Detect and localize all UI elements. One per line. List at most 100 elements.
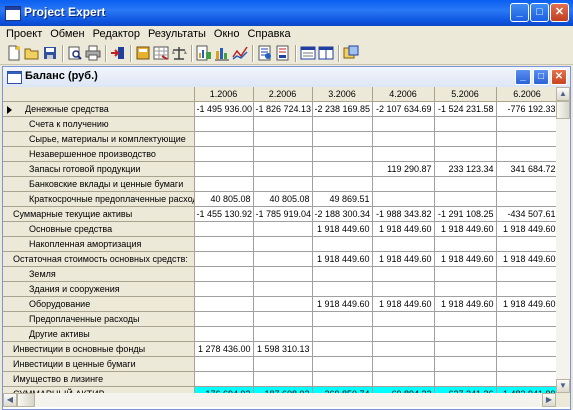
table-cell[interactable]: [372, 281, 435, 297]
table-cell[interactable]: [253, 221, 313, 237]
table-cell[interactable]: [496, 131, 556, 147]
table-cell[interactable]: 1 918 449.60: [372, 296, 435, 312]
maximize-button[interactable]: □: [530, 3, 549, 22]
table-cell[interactable]: [312, 326, 373, 342]
table-cell[interactable]: [253, 161, 313, 177]
table-cell[interactable]: 341 684.72: [496, 161, 556, 177]
table-cell[interactable]: 1 918 449.60: [372, 251, 435, 267]
table-cell[interactable]: [372, 356, 435, 372]
table-cell[interactable]: [372, 191, 435, 207]
table-cell[interactable]: [312, 236, 373, 252]
table-row[interactable]: Краткосрочные предоплаченные расходы 40 8…: [3, 191, 556, 207]
table-cell[interactable]: [434, 236, 497, 252]
table-cell[interactable]: [194, 251, 254, 267]
table-cell[interactable]: 40 805.08: [253, 191, 313, 207]
edit-icon[interactable]: [275, 45, 291, 61]
close-button[interactable]: ✕: [550, 3, 569, 22]
table-row[interactable]: Остаточная стоимость основных средств: 1 …: [3, 251, 556, 267]
column-header[interactable]: 5.2006: [434, 87, 497, 102]
table-cell[interactable]: [372, 236, 435, 252]
table-cell[interactable]: 1 918 449.60: [496, 251, 556, 267]
child-maximize-button[interactable]: □: [533, 69, 549, 85]
table-cell[interactable]: [496, 191, 556, 207]
table-cell[interactable]: -1 988 343.82: [372, 206, 435, 222]
table-cell[interactable]: [434, 131, 497, 147]
minimize-button[interactable]: _: [510, 3, 529, 22]
table-cell[interactable]: [496, 146, 556, 162]
table-cell[interactable]: -2 188 300.34: [312, 206, 373, 222]
horizontal-scrollbar[interactable]: ◀ ▶: [3, 393, 556, 407]
scales-icon[interactable]: [171, 45, 187, 61]
table-cell[interactable]: 40 805.08: [194, 191, 254, 207]
table-cell[interactable]: -1 495 936.00: [194, 101, 254, 117]
table-cell[interactable]: [312, 161, 373, 177]
table-cell[interactable]: 1 918 449.60: [372, 221, 435, 237]
table-cell[interactable]: [312, 116, 373, 132]
table-cell[interactable]: [194, 281, 254, 297]
table-cell[interactable]: [496, 341, 556, 357]
preview-icon[interactable]: [67, 45, 83, 61]
child-close-button[interactable]: ✕: [551, 69, 567, 85]
table-cell[interactable]: 1 918 449.60: [434, 251, 497, 267]
table-cell[interactable]: [372, 326, 435, 342]
table-cell[interactable]: [312, 371, 373, 387]
table-cell[interactable]: [312, 146, 373, 162]
table-cell[interactable]: [253, 296, 313, 312]
table-cell[interactable]: [372, 311, 435, 327]
vertical-scrollbar[interactable]: ▲ ▼: [556, 87, 570, 393]
table-cell[interactable]: [312, 356, 373, 372]
table-cell[interactable]: [253, 146, 313, 162]
child-minimize-button[interactable]: _: [515, 69, 531, 85]
table-cell[interactable]: -2 107 634.69: [372, 101, 435, 117]
table-cell[interactable]: 1 918 449.60: [312, 251, 373, 267]
menu-exchange[interactable]: Обмен: [46, 26, 88, 42]
window-icon[interactable]: [300, 45, 316, 61]
table-cell[interactable]: 1 598 310.13: [253, 341, 313, 357]
table-cell[interactable]: [372, 371, 435, 387]
table-cell[interactable]: 1 918 449.60: [496, 296, 556, 312]
menu-project[interactable]: Проект: [0, 26, 46, 42]
table-cell[interactable]: [496, 116, 556, 132]
table-cell[interactable]: 119 290.87: [372, 161, 435, 177]
table-cell[interactable]: -1 524 231.58: [434, 101, 497, 117]
table-row[interactable]: Счета к получению: [3, 116, 556, 132]
table-cell[interactable]: [253, 311, 313, 327]
table-cell[interactable]: [372, 146, 435, 162]
document-icon[interactable]: [257, 45, 273, 61]
table-cell[interactable]: [253, 356, 313, 372]
table-cell[interactable]: [312, 266, 373, 282]
vertical-scroll-thumb[interactable]: [556, 101, 570, 119]
table-cell[interactable]: [372, 266, 435, 282]
table-cell[interactable]: 1 918 449.60: [434, 221, 497, 237]
table-cell[interactable]: [194, 161, 254, 177]
table-cell[interactable]: 49 869.51: [312, 191, 373, 207]
table-cell[interactable]: [194, 236, 254, 252]
table-row[interactable]: Предоплаченные расходы: [3, 311, 556, 327]
table-cell[interactable]: [496, 176, 556, 192]
table-cell[interactable]: -1 785 919.04: [253, 206, 313, 222]
table-cell[interactable]: -1 455 130.92: [194, 206, 254, 222]
line-chart-icon[interactable]: [232, 45, 248, 61]
table-cell[interactable]: [253, 236, 313, 252]
table-cell[interactable]: [253, 251, 313, 267]
table-cell[interactable]: [434, 356, 497, 372]
table-cell[interactable]: [194, 326, 254, 342]
table-cell[interactable]: -1 826 724.13: [253, 101, 313, 117]
table-row[interactable]: Другие активы: [3, 326, 556, 342]
table-cell[interactable]: [434, 176, 497, 192]
table-cell[interactable]: [253, 266, 313, 282]
table-cell[interactable]: [434, 341, 497, 357]
table-cell[interactable]: [434, 266, 497, 282]
open-icon[interactable]: [24, 45, 40, 61]
balance-window-title-bar[interactable]: Баланс (руб.) _ □ ✕: [3, 67, 570, 88]
table-cell[interactable]: 233 123.34: [434, 161, 497, 177]
table-cell[interactable]: [253, 116, 313, 132]
table-cell[interactable]: [496, 371, 556, 387]
table-cell[interactable]: [253, 131, 313, 147]
menu-window[interactable]: Окно: [210, 26, 244, 42]
table-cell[interactable]: [253, 326, 313, 342]
table-cell[interactable]: [312, 341, 373, 357]
print-icon[interactable]: [85, 45, 101, 61]
table-cell[interactable]: [434, 326, 497, 342]
table-cell[interactable]: [434, 281, 497, 297]
